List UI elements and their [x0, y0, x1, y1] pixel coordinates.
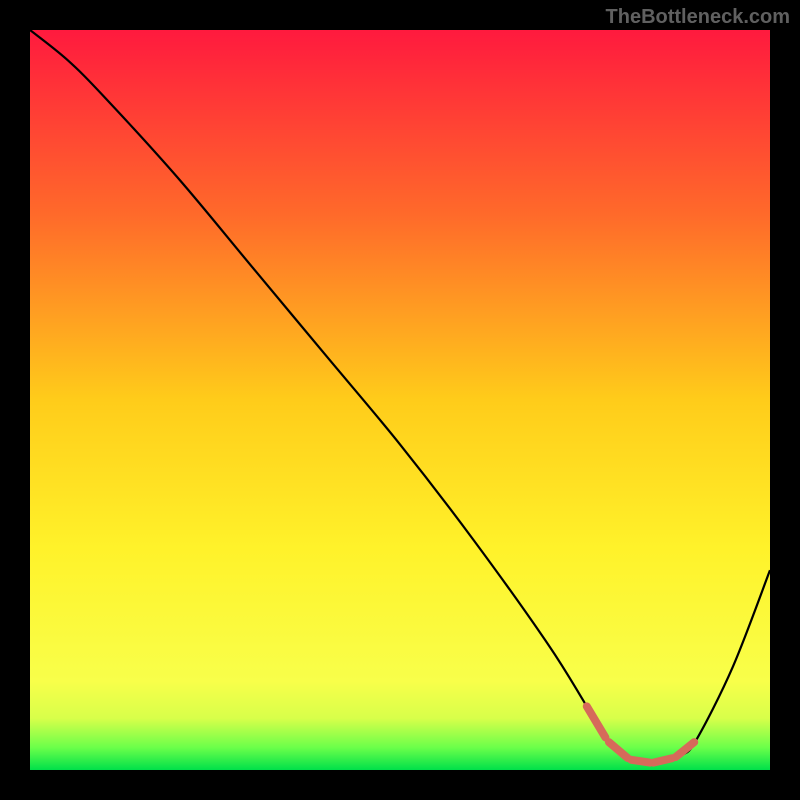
plot-area: [30, 30, 770, 770]
chart-svg: [30, 30, 770, 770]
chart-container: TheBottleneck.com: [0, 0, 800, 800]
gradient-background: [30, 30, 770, 770]
plateau-dash-segment: [631, 760, 650, 763]
plateau-dash-segment: [653, 758, 672, 762]
attribution-watermark: TheBottleneck.com: [606, 6, 790, 29]
